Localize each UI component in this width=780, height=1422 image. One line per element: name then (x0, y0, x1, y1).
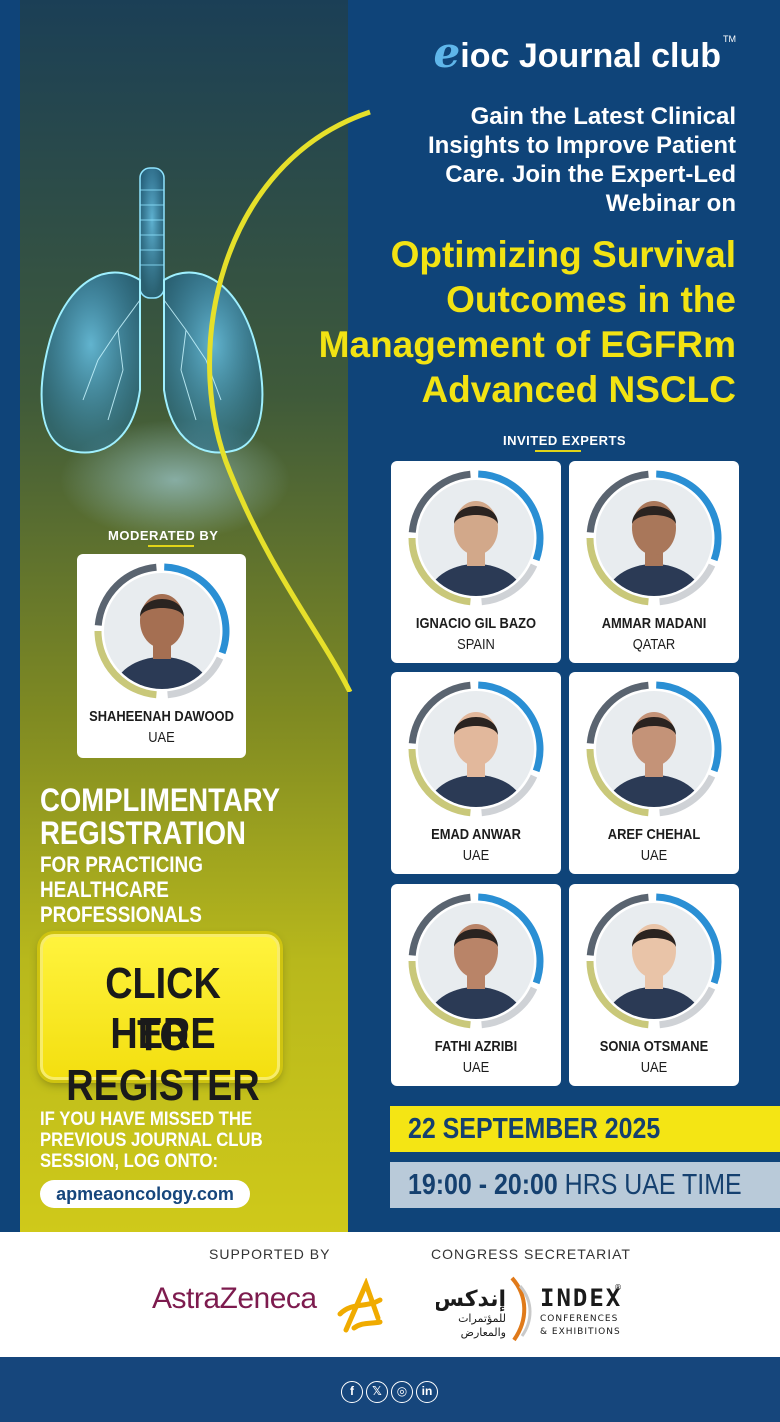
index-sub-2: & EXHIBITIONS (540, 1327, 621, 1337)
expert-country: SPAIN (457, 636, 495, 653)
expert-card: FATHI AZRIBI UAE (391, 884, 561, 1086)
previous-session-line: IF YOU HAVE MISSED THE (40, 1109, 253, 1130)
topic-line: Advanced NSCLC (421, 369, 736, 410)
registration-subtitle: FOR PRACTICING HEALTHCARE PROFESSIONALS (40, 852, 315, 927)
instagram-icon[interactable]: ◎ (391, 1381, 413, 1403)
x-icon[interactable]: 𝕏 (366, 1381, 388, 1403)
expert-card: IGNACIO GIL BAZO SPAIN (391, 461, 561, 663)
expert-photo (596, 903, 712, 1019)
lungs-illustration (40, 167, 264, 454)
event-time: 19:00 - 20:00 HRS UAE TIME (408, 1169, 742, 1202)
sponsors-footer: SUPPORTED BY CONGRESS SECRETARIAT AstraZ… (0, 1232, 780, 1357)
label-underline (535, 450, 581, 452)
expert-name: EMAD ANWAR (431, 826, 521, 843)
expert-photo (596, 691, 712, 807)
logo-brand: ioc Journal club (460, 37, 721, 75)
facebook-icon[interactable]: f (341, 1381, 363, 1403)
webinar-topic: Optimizing Survival Outcomes in the Mana… (266, 232, 736, 412)
intro-text: Gain the Latest Clinical Insights to Imp… (356, 102, 736, 218)
event-time-zone: HRS UAE TIME (564, 1169, 742, 1201)
logo-e: e (433, 28, 461, 77)
index-arabic-sub-1: للمؤتمرات (458, 1312, 506, 1325)
previous-session-line: PREVIOUS JOURNAL CLUB (40, 1130, 263, 1151)
event-time-range: 19:00 - 20:00 (408, 1169, 558, 1201)
register-button-line2: TO REGISTER (66, 1011, 260, 1110)
astrazeneca-mark-icon (337, 1278, 383, 1333)
moderator-photo (104, 573, 220, 689)
registration-title-line: REGISTRATION (40, 815, 246, 851)
label-underline (148, 545, 194, 547)
moderated-by-label: MODERATED BY (108, 528, 219, 543)
social-bar: f 𝕏 ◎ in (0, 1357, 780, 1422)
index-conferences-logo: إندكس للمؤتمرات والمعارض INDEX ® CONFERE… (436, 1276, 622, 1342)
intro-line: Care. Join the Expert-Led (445, 161, 736, 188)
registration-title: COMPLIMENTARY REGISTRATION (40, 784, 298, 850)
congress-secretariat-label: CONGRESS SECRETARIAT (431, 1246, 631, 1262)
index-word: INDEX (540, 1284, 622, 1312)
expert-country: QATAR (632, 636, 676, 653)
register-button[interactable]: CLICK HERE TO REGISTER (40, 934, 280, 1110)
invited-experts-label: INVITED EXPERTS (503, 433, 627, 448)
expert-card: AMMAR MADANI QATAR (569, 461, 739, 663)
moderator-name: SHAHEENAH DAWOOD (89, 708, 234, 725)
expert-country: UAE (462, 847, 490, 864)
registration-subtitle-line: FOR PRACTICING HEALTHCARE (40, 852, 203, 902)
intro-line: Insights to Improve Patient (427, 132, 736, 159)
topic-line: Optimizing Survival (390, 234, 736, 275)
previous-session-text: IF YOU HAVE MISSED THE PREVIOUS JOURNAL … (40, 1109, 322, 1172)
supported-by-label: SUPPORTED BY (209, 1246, 331, 1262)
eioc-journal-club-logo: e ioc Journal club TM (433, 28, 736, 77)
expert-card: AREF CHEHAL UAE (569, 672, 739, 874)
topic-line: Management of EGFRm (318, 324, 736, 365)
event-date: 22 SEPTEMBER 2025 (408, 1113, 661, 1145)
moderator-country: UAE (148, 729, 175, 746)
expert-name: AMMAR MADANI (601, 615, 707, 632)
index-arabic-text: إندكس (436, 1287, 506, 1312)
website-link[interactable]: apmeaoncology.com (40, 1180, 250, 1208)
index-registered-mark: ® (614, 1283, 622, 1292)
logo-trademark: TM (723, 34, 736, 44)
astrazeneca-logo-text: AstraZeneca (152, 1282, 317, 1315)
previous-session-line: SESSION, LOG ONTO: (40, 1151, 219, 1172)
time-bar: 19:00 - 20:00 HRS UAE TIME (390, 1162, 780, 1208)
index-arabic-sub-2: والمعارض (461, 1326, 506, 1339)
expert-name: AREF CHEHAL (607, 826, 701, 843)
registration-subtitle-line: PROFESSIONALS (40, 902, 202, 927)
expert-country: UAE (640, 1059, 668, 1076)
expert-photo (596, 480, 712, 596)
webinar-flyer: e ioc Journal club TM Gain the Latest Cl… (0, 0, 780, 1232)
linkedin-icon[interactable]: in (416, 1381, 438, 1403)
index-sub-1: CONFERENCES (540, 1314, 618, 1324)
expert-card: EMAD ANWAR UAE (391, 672, 561, 874)
intro-line: Webinar on (605, 190, 736, 217)
expert-photo (418, 691, 534, 807)
expert-name: IGNACIO GIL BAZO (415, 615, 537, 632)
topic-line: Outcomes in the (446, 279, 736, 320)
expert-name: FATHI AZRIBI (434, 1038, 518, 1055)
registration-title-line: COMPLIMENTARY (40, 782, 281, 818)
expert-country: UAE (640, 847, 668, 864)
expert-name: SONIA OTSMANE (599, 1038, 709, 1055)
expert-photo (418, 903, 534, 1019)
intro-line: Gain the Latest Clinical (470, 103, 736, 130)
date-bar: 22 SEPTEMBER 2025 (390, 1106, 780, 1152)
expert-photo (418, 480, 534, 596)
expert-country: UAE (462, 1059, 490, 1076)
moderator-card: SHAHEENAH DAWOOD UAE (77, 554, 246, 758)
expert-card: SONIA OTSMANE UAE (569, 884, 739, 1086)
